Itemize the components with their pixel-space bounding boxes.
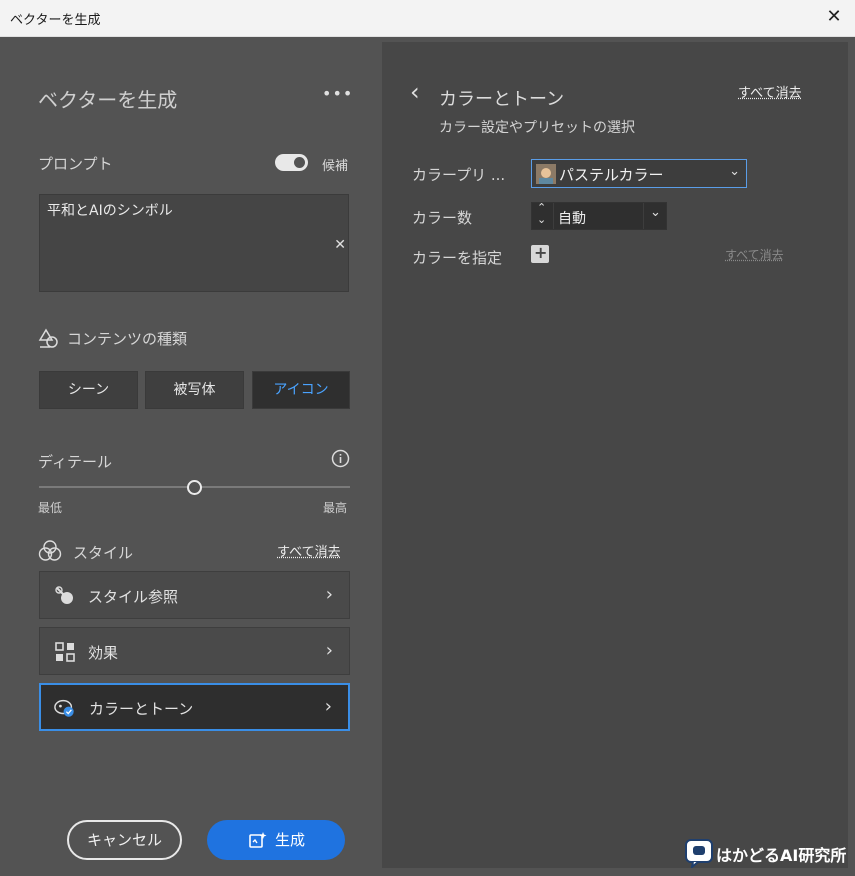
- effects-row[interactable]: 効果 ›: [39, 627, 350, 675]
- preset-dropdown[interactable]: パステルカラー ⌄: [531, 159, 747, 188]
- chevron-right-icon: ›: [324, 696, 332, 717]
- preset-label: カラープリ ...: [412, 166, 506, 184]
- cancel-button[interactable]: キャンセル: [67, 820, 182, 860]
- watermark-logo: はかどるAI研究所: [684, 836, 852, 870]
- add-color-button[interactable]: +: [531, 243, 549, 263]
- style-label: スタイル: [73, 544, 134, 562]
- suggest-toggle[interactable]: [275, 154, 308, 171]
- detail-slider-handle[interactable]: [187, 480, 202, 495]
- panel-title: ベクターを生成: [38, 88, 178, 112]
- chevron-down-icon: ⌄: [729, 164, 740, 179]
- color-tone-icon: [54, 699, 74, 717]
- watermark-icon: [685, 839, 713, 868]
- detail-label: ディテール: [38, 453, 112, 471]
- style-reference-label: スタイル参照: [88, 588, 179, 606]
- generate-label: 生成: [275, 831, 306, 849]
- right-clear-all-link[interactable]: すべて消去: [738, 82, 802, 101]
- clear-prompt-icon[interactable]: ✕: [334, 237, 346, 253]
- detail-max-label: 最高: [323, 501, 348, 515]
- style-reference-icon: [55, 586, 73, 604]
- info-icon[interactable]: [331, 449, 350, 468]
- style-circles-icon: [38, 540, 62, 561]
- stepper-arrows[interactable]: ⌃ ⌄: [532, 201, 554, 229]
- content-type-icon[interactable]: アイコン: [252, 371, 350, 409]
- generate-button[interactable]: 生成: [207, 820, 345, 860]
- color-tone-label: カラーとトーン: [89, 700, 194, 718]
- chevron-down-icon[interactable]: ⌄: [537, 213, 546, 226]
- style-reference-row[interactable]: スタイル参照 ›: [39, 571, 350, 619]
- right-subtitle: カラー設定やプリセットの選択: [439, 120, 635, 136]
- content-type-label: コンテンツの種類: [67, 330, 188, 348]
- watermark-text: はかどるAI研究所: [716, 846, 847, 865]
- shapes-icon: [38, 328, 58, 348]
- preset-thumbnail-icon: [536, 164, 556, 184]
- content-type-subject[interactable]: 被写体: [145, 371, 244, 409]
- color-count-label: カラー数: [412, 209, 473, 227]
- color-tone-row[interactable]: カラーとトーン ›: [39, 683, 350, 731]
- toggle-knob: [294, 157, 305, 168]
- plus-icon: +: [534, 243, 548, 262]
- prompt-text: 平和とAIのシンボル: [47, 203, 173, 219]
- detail-min-label: 最低: [38, 501, 63, 515]
- specify-color-label: カラーを指定: [412, 249, 503, 267]
- content-type-scene[interactable]: シーン: [39, 371, 138, 409]
- color-count-value: 自動: [558, 211, 586, 227]
- right-title: カラーとトーン: [439, 89, 565, 110]
- back-icon[interactable]: ‹: [410, 80, 420, 104]
- chevron-right-icon: ›: [325, 640, 333, 661]
- prompt-label: プロンプト: [38, 155, 113, 173]
- color-count-stepper[interactable]: ⌃ ⌄ 自動 ⌄: [531, 201, 667, 230]
- preset-value: パステルカラー: [559, 166, 664, 184]
- more-icon[interactable]: •••: [322, 84, 353, 103]
- chevron-down-icon: ⌄: [650, 205, 661, 220]
- generate-icon: [249, 832, 267, 848]
- close-icon[interactable]: ✕: [823, 6, 845, 28]
- effects-icon: [55, 642, 75, 662]
- suggest-label: 候補: [322, 159, 349, 174]
- window-title: ベクターを生成: [10, 13, 101, 28]
- title-bar: ベクターを生成 ✕: [0, 0, 855, 37]
- style-clear-all-link[interactable]: すべて消去: [277, 541, 341, 560]
- effects-label: 効果: [88, 644, 119, 662]
- chevron-right-icon: ›: [325, 584, 333, 605]
- prompt-input[interactable]: 平和とAIのシンボル ✕: [39, 194, 349, 292]
- specify-clear-all-link[interactable]: すべて消去: [725, 246, 784, 263]
- color-count-dropdown-button[interactable]: ⌄: [643, 203, 666, 229]
